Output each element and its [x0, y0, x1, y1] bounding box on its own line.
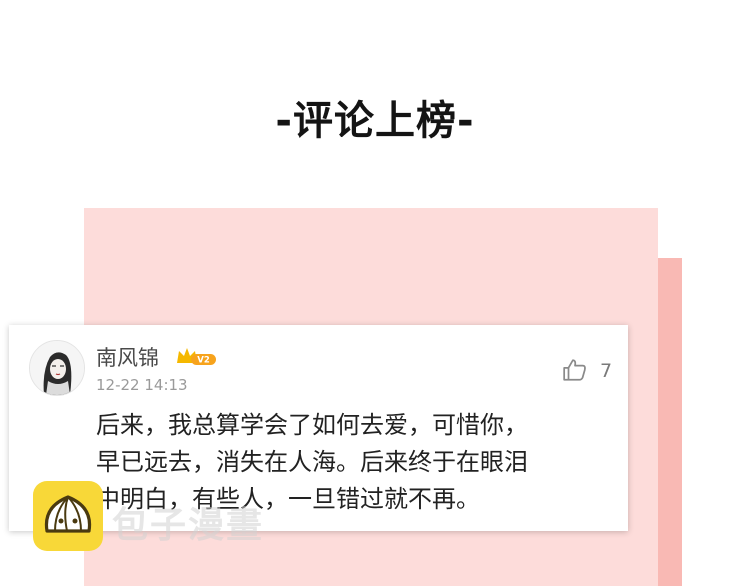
comment-line: 后来，我总算学会了如何去爱，可惜你， — [96, 411, 528, 439]
crown-badge-icon: V2 — [177, 348, 216, 366]
page-title: -评论上榜- — [275, 98, 475, 144]
like-count: 7 — [600, 360, 613, 382]
comment-line: 早已远去，消失在人海。后来终于在眼泪 — [96, 448, 528, 476]
watermark: 包子漫畫 — [112, 505, 265, 546]
bun-logo-icon — [33, 481, 103, 551]
username[interactable]: 南风锦 — [96, 342, 159, 372]
avatar-sketch-icon — [30, 341, 84, 395]
avatar[interactable] — [29, 340, 85, 396]
badge-level: V2 — [197, 356, 210, 366]
comment-timestamp: 12-22 14:13 — [96, 376, 188, 394]
pink-accent-strip — [658, 258, 682, 586]
thumbs-up-icon[interactable] — [562, 357, 588, 383]
